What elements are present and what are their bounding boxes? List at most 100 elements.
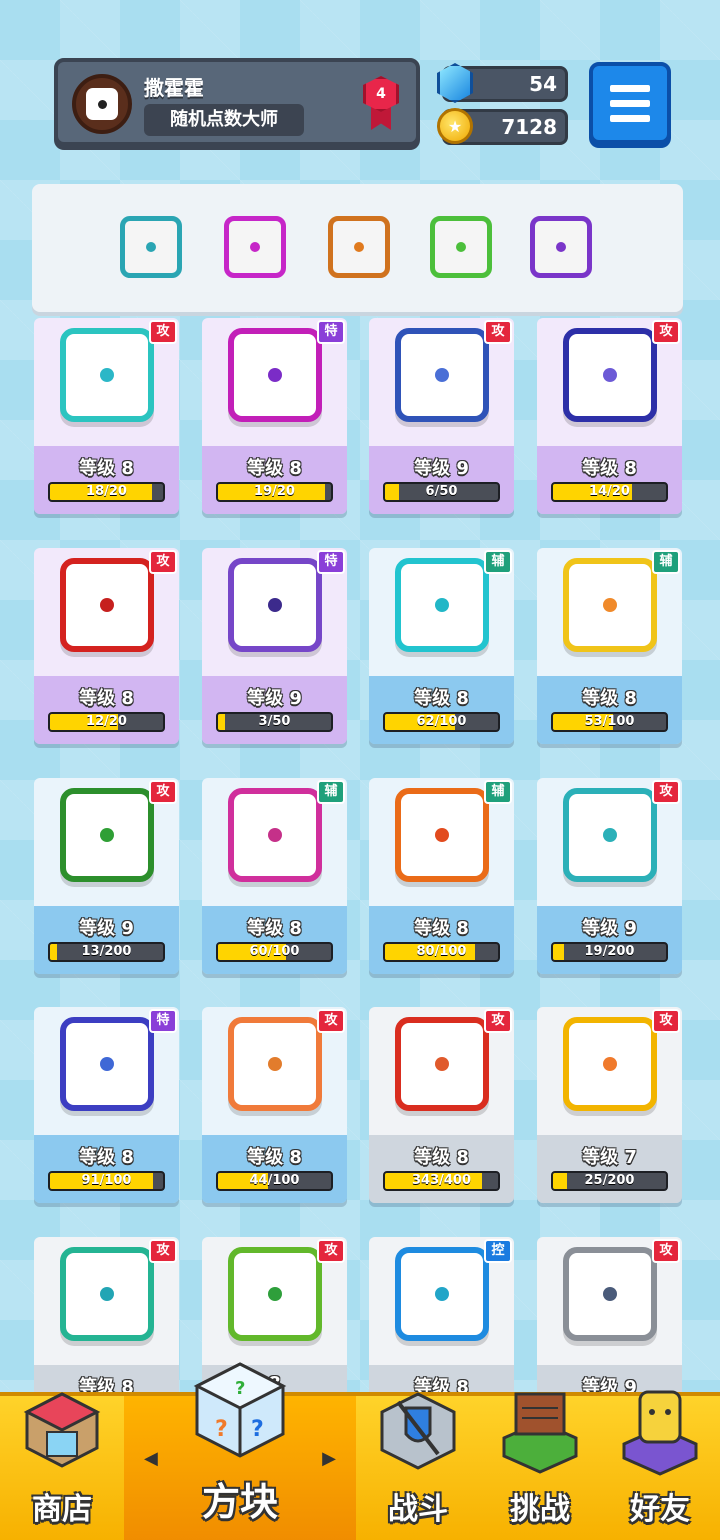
player-avatar[interactable] xyxy=(72,74,132,134)
coin-counter[interactable]: ★ 7128 xyxy=(437,108,568,145)
upgrade-progress-bar: 25/200 xyxy=(551,1171,668,1191)
progress-text: 80/100 xyxy=(416,944,467,959)
nav-challenge[interactable]: 挑战 xyxy=(480,1392,600,1540)
dice-card[interactable]: 攻等级 9 6/50 xyxy=(369,318,514,514)
upgrade-progress-bar: 18/20 xyxy=(48,482,165,502)
card-info-area: 等级 8 80/100 xyxy=(369,906,514,974)
dice-type-tag: 辅 xyxy=(317,780,345,804)
dice-icon xyxy=(563,1247,657,1341)
upgrade-progress-bar: 60/100 xyxy=(216,942,333,962)
nav-shop[interactable]: 商店 xyxy=(0,1392,124,1540)
dice-type-tag: 攻 xyxy=(317,1239,345,1263)
card-art-area: 攻 xyxy=(537,1007,682,1135)
nav-dice[interactable]: ◀ ? ? ? ▶ 方块 xyxy=(124,1362,356,1540)
dice-card[interactable]: 特等级 8 19/20 xyxy=(202,318,347,514)
arrow-right-icon[interactable]: ▶ xyxy=(322,1448,336,1469)
upgrade-progress-bar: 12/20 xyxy=(48,712,165,732)
card-info-area: 等级 8 14/20 xyxy=(537,446,682,514)
progress-text: 343/400 xyxy=(411,1173,472,1188)
magenta-die-icon[interactable] xyxy=(224,216,286,278)
svg-text:?: ? xyxy=(215,1417,228,1442)
dice-level: 等级 8 xyxy=(414,918,469,939)
card-art-area: 辅 xyxy=(369,548,514,676)
dice-card[interactable]: 辅等级 8 62/100 xyxy=(369,548,514,744)
mystery-cube-icon: ? ? ? xyxy=(193,1362,287,1458)
dice-card[interactable]: 辅等级 8 53/100 xyxy=(537,548,682,744)
die-pip xyxy=(268,1057,282,1071)
dice-icon xyxy=(395,1017,489,1111)
card-info-area: 等级 8 18/20 xyxy=(34,446,179,514)
friend-character-icon xyxy=(622,1390,698,1476)
card-art-area: 攻 xyxy=(34,778,179,906)
hamburger-line xyxy=(610,99,650,107)
card-info-area: 等级 9 6/50 xyxy=(369,446,514,514)
upgrade-progress-bar: 13/200 xyxy=(48,942,165,962)
dice-level: 等级 8 xyxy=(582,458,637,479)
rank-badge[interactable]: 4 xyxy=(362,76,400,130)
nav-friends[interactable]: 好友 xyxy=(600,1390,720,1540)
dice-icon xyxy=(395,328,489,422)
dice-icon xyxy=(395,1247,489,1341)
dice-card[interactable]: 攻等级 8 44/100 xyxy=(202,1007,347,1203)
dice-icon xyxy=(395,558,489,652)
deck-panel xyxy=(32,184,683,312)
dice-card[interactable]: 攻等级 8 12/20 xyxy=(34,548,179,744)
die-pip xyxy=(100,598,114,612)
rank-medal-icon: 4 xyxy=(363,76,399,112)
green-biohazard-die-icon[interactable] xyxy=(430,216,492,278)
dice-card[interactable]: 攻等级 8 xyxy=(34,1237,179,1397)
signboard-icon xyxy=(502,1392,578,1474)
progress-text: 60/100 xyxy=(249,944,300,959)
card-info-area: 等级 8 62/100 xyxy=(369,676,514,744)
hamburger-line xyxy=(610,84,650,92)
progress-text: 62/100 xyxy=(416,714,467,729)
player-title: 随机点数大师 xyxy=(144,104,304,136)
dice-type-tag: 特 xyxy=(149,1009,177,1033)
upgrade-progress-bar: 44/100 xyxy=(216,1171,333,1191)
dice-card[interactable]: 攻等级 8 343/400 xyxy=(369,1007,514,1203)
dice-card[interactable]: 特等级 8 91/100 xyxy=(34,1007,179,1203)
arrow-left-icon[interactable]: ◀ xyxy=(144,1448,158,1469)
dice-type-tag: 攻 xyxy=(149,1239,177,1263)
purple-dragon-die-icon[interactable] xyxy=(530,216,592,278)
dice-card[interactable]: 辅等级 8 80/100 xyxy=(369,778,514,974)
progress-text: 25/200 xyxy=(584,1173,635,1188)
die-pip xyxy=(100,368,114,382)
progress-text: 19/20 xyxy=(254,484,295,499)
die-pip xyxy=(100,1057,114,1071)
nav-friends-label: 好友 xyxy=(630,1492,690,1527)
dice-card[interactable]: 控等级 8 xyxy=(369,1237,514,1397)
dice-card[interactable]: 攻等级 7 25/200 xyxy=(537,1007,682,1203)
dice-icon xyxy=(60,788,154,882)
die-pip xyxy=(268,828,282,842)
progress-text: 6/50 xyxy=(425,484,458,499)
dice-card[interactable]: 特等级 9 3/50 xyxy=(202,548,347,744)
player-profile-panel[interactable]: 撒霍霍 随机点数大师 4 xyxy=(54,58,420,146)
dice-card[interactable]: 攻等级 9 19/200 xyxy=(537,778,682,974)
dice-level: 等级 8 xyxy=(414,688,469,709)
dice-type-tag: 攻 xyxy=(149,320,177,344)
dice-level: 等级 7 xyxy=(582,1147,637,1168)
orange-dragon-die-icon[interactable] xyxy=(328,216,390,278)
gem-icon xyxy=(437,63,473,103)
dice-avatar-icon xyxy=(86,88,118,120)
dice-icon xyxy=(563,328,657,422)
dice-card[interactable]: 辅等级 8 60/100 xyxy=(202,778,347,974)
dice-card[interactable]: 攻等级 9 13/200 xyxy=(34,778,179,974)
card-art-area: 攻 xyxy=(537,778,682,906)
dice-type-tag: 辅 xyxy=(484,780,512,804)
teal-dragon-die-icon[interactable] xyxy=(120,216,182,278)
shop-icon xyxy=(23,1392,101,1468)
menu-button[interactable] xyxy=(589,62,671,144)
card-info-area: 等级 8 12/20 xyxy=(34,676,179,744)
nav-battle[interactable]: 战斗 xyxy=(356,1392,480,1540)
dice-card[interactable]: 攻等级 9 xyxy=(537,1237,682,1397)
dice-type-tag: 攻 xyxy=(652,320,680,344)
die-pip xyxy=(603,598,617,612)
card-art-area: 攻 xyxy=(369,318,514,446)
dice-card[interactable]: 攻等级 8 14/20 xyxy=(537,318,682,514)
dice-card[interactable]: 攻等级 8 18/20 xyxy=(34,318,179,514)
dice-icon xyxy=(395,788,489,882)
gem-counter[interactable]: 54 xyxy=(437,63,568,103)
die-pip xyxy=(603,1287,617,1301)
